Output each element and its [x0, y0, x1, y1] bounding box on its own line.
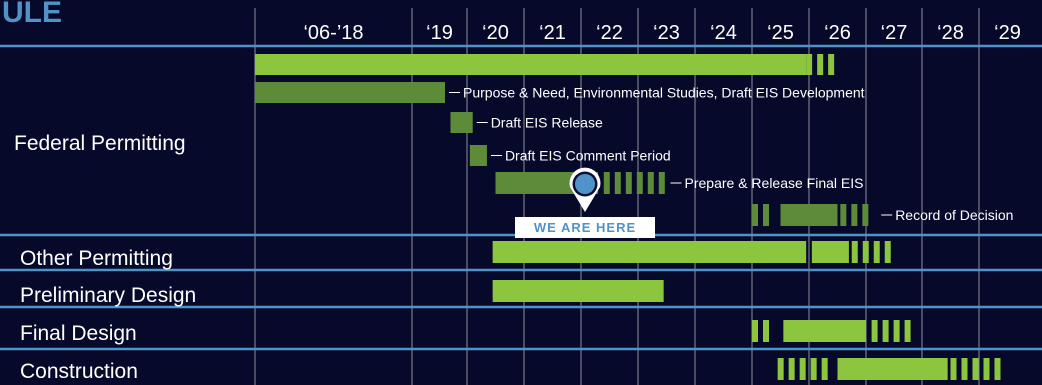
row-label: Construction — [20, 360, 138, 383]
task-bar-dash — [871, 320, 878, 342]
row-label: Federal Permitting — [14, 132, 186, 155]
tick-label: ‘24 — [710, 22, 737, 44]
year-tick-labels: ‘06-’18 ‘19 ‘20 ‘21 ‘22 ‘23 ‘24 ‘25 ‘26 ‘27 ‘28 ‘29 — [303, 22, 1020, 44]
task-bar-dash — [950, 358, 957, 380]
task-bar-dash — [994, 358, 1001, 380]
task-bar-dash — [806, 54, 813, 75]
task-bar-dash — [614, 172, 621, 194]
task-bar — [450, 112, 473, 133]
row-label: Other Permitting — [20, 247, 173, 270]
task-bar-dash — [882, 320, 889, 342]
marker-label: WE ARE HERE — [534, 220, 636, 235]
task-bar-dash — [603, 172, 610, 194]
tick-label: ‘27 — [881, 22, 908, 44]
task-bar-dash — [828, 54, 835, 75]
tick-label: ‘29 — [994, 22, 1021, 44]
task-annotation: Draft EIS Comment Period — [505, 148, 671, 164]
task-bar-dash — [799, 358, 806, 380]
task-bar-dash — [904, 320, 911, 342]
task-bar — [255, 54, 807, 75]
tick-label: ‘22 — [596, 22, 623, 44]
task-bar-dash — [810, 358, 817, 380]
task-bar-dash — [983, 358, 990, 380]
task-bar-dash — [647, 172, 654, 194]
task-bar-dash — [862, 241, 869, 263]
tick-label: ‘26 — [824, 22, 851, 44]
task-bar — [837, 358, 948, 380]
row-label: Preliminary Design — [20, 284, 196, 307]
task-bar-dash — [821, 358, 828, 380]
task-bar — [783, 320, 866, 342]
task-annotation: Purpose & Need, Environmental Studies, D… — [463, 85, 865, 101]
task-bar-dash — [788, 358, 795, 380]
tick-label: ‘28 — [937, 22, 964, 44]
task-bar-dash — [777, 358, 784, 380]
task-bar-dash — [851, 204, 858, 226]
tick-label: ‘06-’18 — [303, 22, 363, 44]
task-bar — [255, 82, 445, 103]
task-annotation: Record of Decision — [895, 207, 1013, 223]
task-annotation: Prepare & Release Final EIS — [685, 175, 864, 191]
task-bar-dash — [658, 172, 665, 194]
row-labels: Federal Permitting Other Permitting Prelim… — [14, 132, 196, 383]
task-annotations: Purpose & Need, Environmental Studies, D… — [449, 85, 1013, 223]
tick-label: ‘20 — [482, 22, 509, 44]
task-bar — [780, 204, 838, 226]
tick-label: ‘21 — [539, 22, 566, 44]
task-bar-dash — [625, 172, 632, 194]
schedule-gantt-svg: ULE ‘06-’18 ‘19 ‘20 ‘21 ‘22 ‘23 ‘24 ‘25 ‘26 ‘27 ‘2… — [0, 0, 1042, 385]
task-bar-dash — [763, 320, 769, 342]
task-bar-dash — [851, 241, 858, 263]
schedule-chart: ULE ‘06-’18 ‘19 ‘20 ‘21 ‘22 ‘23 ‘24 ‘25 ‘26 ‘27 ‘2… — [0, 0, 1042, 385]
task-bar — [811, 241, 849, 263]
pin-dot — [575, 174, 595, 194]
task-bar-dash — [893, 320, 900, 342]
task-bar — [492, 241, 807, 263]
task-bar-dash — [752, 204, 758, 226]
task-bar-dash — [817, 54, 824, 75]
task-bar-dash — [763, 204, 769, 226]
task-bar-dash — [636, 172, 643, 194]
task-bar-dash — [961, 358, 968, 380]
task-bar-dash — [862, 204, 869, 226]
task-bar-dash — [972, 358, 979, 380]
row-label: Final Design — [20, 322, 137, 345]
tick-label: ‘19 — [426, 22, 453, 44]
task-annotation: Draft EIS Release — [491, 115, 603, 131]
task-bar-dash — [884, 241, 891, 263]
task-bar — [492, 280, 664, 302]
tick-label: ‘25 — [767, 22, 794, 44]
chart-heading: ULE — [2, 0, 62, 29]
task-bar-dash — [840, 204, 847, 226]
task-bar-dash — [752, 320, 758, 342]
tick-label: ‘23 — [653, 22, 680, 44]
task-bar — [469, 145, 487, 166]
task-bar-dash — [873, 241, 880, 263]
